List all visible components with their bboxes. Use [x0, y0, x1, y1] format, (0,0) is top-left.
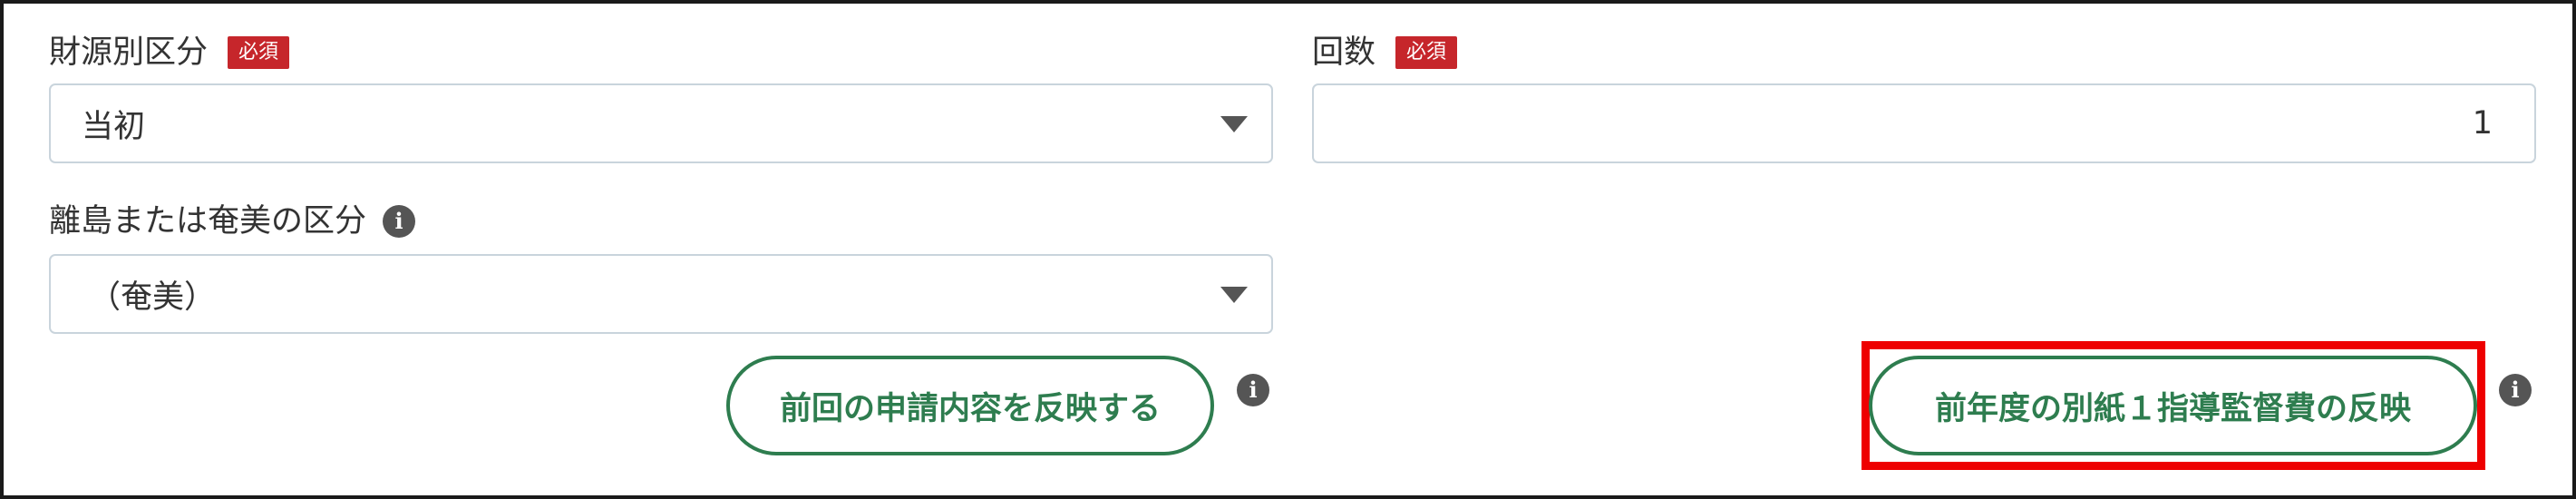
chevron-down-icon — [1220, 116, 1248, 132]
required-badge: 必須 — [228, 36, 290, 69]
count-input[interactable]: 1 — [1312, 83, 2536, 163]
reflect-last-year-supervision-cost-label: 前年度の別紙１指導監督費の反映 — [1934, 390, 2411, 427]
island-category-label-row: 離島または奄美の区分 i — [49, 201, 416, 241]
chevron-down-icon — [1220, 287, 1248, 303]
funding-category-value: 当初 — [82, 108, 146, 145]
info-icon[interactable]: i — [1237, 374, 1269, 406]
info-icon[interactable]: i — [383, 205, 416, 238]
count-value: 1 — [2472, 105, 2493, 142]
reflect-last-year-supervision-cost-button[interactable]: 前年度の別紙１指導監督費の反映 — [1869, 356, 2477, 455]
required-badge: 必須 — [1395, 36, 1458, 69]
reflect-previous-application-button[interactable]: 前回の申請内容を反映する — [726, 356, 1214, 455]
island-category-select[interactable]: （奄美） — [49, 254, 1273, 334]
funding-category-label: 財源別区分 — [49, 34, 209, 71]
funding-category-label-row: 財源別区分 必須 — [49, 33, 290, 73]
count-label-row: 回数 必須 — [1312, 33, 1458, 73]
reflect-previous-application-label: 前回の申請内容を反映する — [779, 390, 1161, 427]
funding-category-select[interactable]: 当初 — [49, 83, 1273, 163]
island-category-value: （奄美） — [89, 279, 217, 316]
island-category-label: 離島または奄美の区分 — [49, 203, 367, 240]
info-icon[interactable]: i — [2499, 374, 2532, 406]
count-label: 回数 — [1312, 34, 1376, 71]
